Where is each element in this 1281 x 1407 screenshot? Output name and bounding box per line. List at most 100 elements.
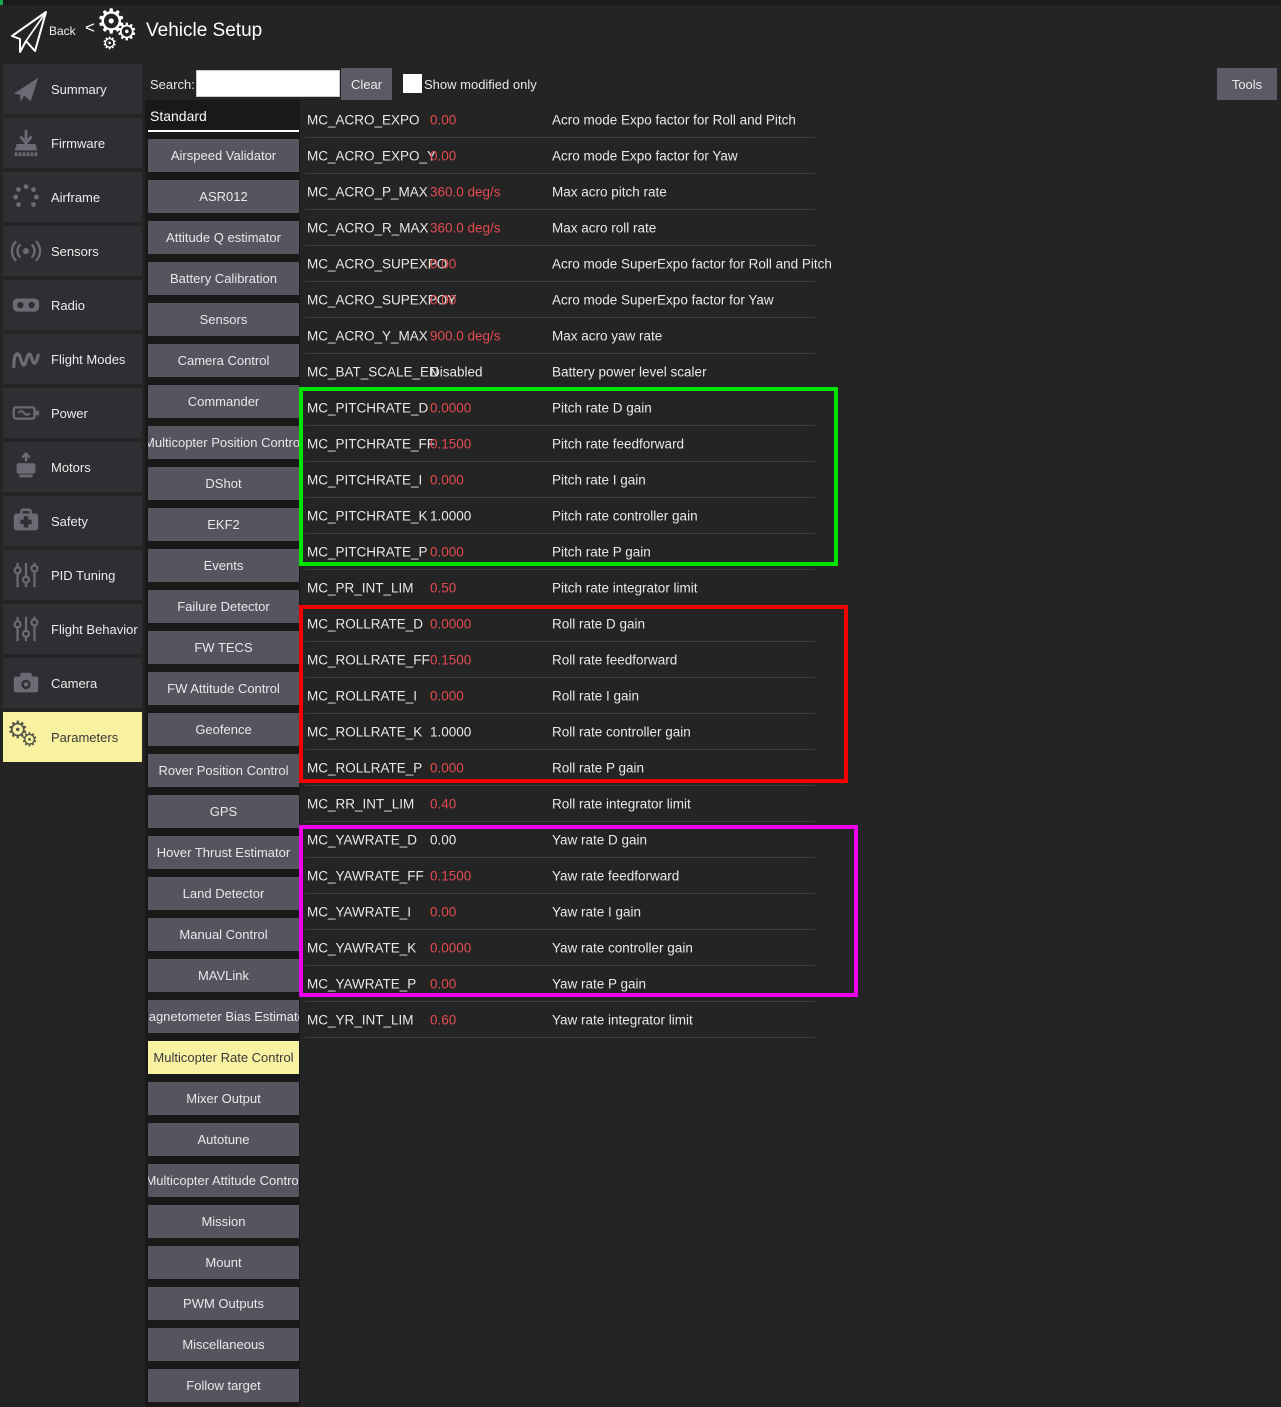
category-button-mission[interactable]: Mission <box>148 1205 299 1238</box>
category-button-autotune[interactable]: Autotune <box>148 1123 299 1156</box>
parameter-description: Yaw rate controller gain <box>552 940 693 955</box>
sidebar-item-flight-modes[interactable]: Flight Modes <box>3 334 142 384</box>
parameter-row-mc_pitchrate_d[interactable]: MC_PITCHRATE_D0.0000Pitch rate D gain <box>305 390 815 426</box>
parameter-description: Max acro pitch rate <box>552 184 667 199</box>
sidebar-item-label: Camera <box>51 676 97 691</box>
parameter-row-mc_yawrate_ff[interactable]: MC_YAWRATE_FF0.1500Yaw rate feedforward <box>305 858 815 894</box>
tools-button[interactable]: Tools <box>1217 68 1277 100</box>
parameter-row-mc_acro_expo_y[interactable]: MC_ACRO_EXPO_Y0.00Acro mode Expo factor … <box>305 138 815 174</box>
category-button-battery-calibration[interactable]: Battery Calibration <box>148 262 299 295</box>
sidebar-item-safety[interactable]: Safety <box>3 496 142 546</box>
parameter-value: 0.000 <box>430 760 464 775</box>
category-button-sensors[interactable]: Sensors <box>148 303 299 336</box>
parameter-row-mc_rollrate_i[interactable]: MC_ROLLRATE_I0.000Roll rate I gain <box>305 678 815 714</box>
category-button-miscellaneous[interactable]: Miscellaneous <box>148 1328 299 1361</box>
parameter-row-mc_rollrate_d[interactable]: MC_ROLLRATE_D0.0000Roll rate D gain <box>305 606 815 642</box>
category-button-geofence[interactable]: Geofence <box>148 713 299 746</box>
parameter-row-mc_yawrate_p[interactable]: MC_YAWRATE_P0.00Yaw rate P gain <box>305 966 815 1002</box>
category-button-fw-attitude-control[interactable]: FW Attitude Control <box>148 672 299 705</box>
sidebar-item-pid-tuning[interactable]: PID Tuning <box>3 550 142 600</box>
parameter-name: MC_PITCHRATE_P <box>307 544 428 559</box>
parameter-row-mc_acro_y_max[interactable]: MC_ACRO_Y_MAX900.0 deg/sMax acro yaw rat… <box>305 318 815 354</box>
category-button-pwm-outputs[interactable]: PWM Outputs <box>148 1287 299 1320</box>
category-list: Airspeed Validator ASR012 Attitude Q estim… <box>148 139 299 1402</box>
category-button-hover-thrust-estimator[interactable]: Hover Thrust Estimator <box>148 836 299 869</box>
parameter-row-mc_rr_int_lim[interactable]: MC_RR_INT_LIM0.40Roll rate integrator li… <box>305 786 815 822</box>
parameter-row-mc_pitchrate_i[interactable]: MC_PITCHRATE_I0.000Pitch rate I gain <box>305 462 815 498</box>
category-button-manual-control[interactable]: Manual Control <box>148 918 299 951</box>
parameter-name: MC_YAWRATE_K <box>307 940 416 955</box>
parameter-table: MC_ACRO_EXPO0.00Acro mode Expo factor fo… <box>305 102 815 1038</box>
parameter-row-mc_rollrate_p[interactable]: MC_ROLLRATE_P0.000Roll rate P gain <box>305 750 815 786</box>
radio-goggles-icon <box>7 286 45 324</box>
safety-case-icon <box>7 502 45 540</box>
category-button-dshot[interactable]: DShot <box>148 467 299 500</box>
parameter-row-mc_pitchrate_k[interactable]: MC_PITCHRATE_K1.0000Pitch rate controlle… <box>305 498 815 534</box>
parameter-value: Disabled <box>430 364 483 379</box>
parameter-name: MC_YAWRATE_I <box>307 904 411 919</box>
clear-button[interactable]: Clear <box>341 68 392 100</box>
category-button-gps[interactable]: GPS <box>148 795 299 828</box>
category-button-fw-tecs[interactable]: FW TECS <box>148 631 299 664</box>
parameter-row-mc_yawrate_i[interactable]: MC_YAWRATE_I0.00Yaw rate I gain <box>305 894 815 930</box>
parameter-value: 0.00 <box>430 256 456 271</box>
sidebar-item-flight-behavior[interactable]: Flight Behavior <box>3 604 142 654</box>
category-button-ekf2[interactable]: EKF2 <box>148 508 299 541</box>
parameter-row-mc_rollrate_k[interactable]: MC_ROLLRATE_K1.0000Roll rate controller … <box>305 714 815 750</box>
parameter-name: MC_PITCHRATE_I <box>307 472 422 487</box>
sidebar-item-sensors[interactable]: Sensors <box>3 226 142 276</box>
back-button[interactable]: Back <box>49 24 76 38</box>
parameter-row-mc_rollrate_ff[interactable]: MC_ROLLRATE_FF0.1500Roll rate feedforwar… <box>305 642 815 678</box>
category-button-rover-position-control[interactable]: Rover Position Control <box>148 754 299 787</box>
category-button-attitude-q-estimator[interactable]: Attitude Q estimator <box>148 221 299 254</box>
parameter-value: 0.00 <box>430 976 456 991</box>
parameter-row-mc_yr_int_lim[interactable]: MC_YR_INT_LIM0.60Yaw rate integrator lim… <box>305 1002 815 1038</box>
sidebar-item-radio[interactable]: Radio <box>3 280 142 330</box>
parameter-row-mc_yawrate_d[interactable]: MC_YAWRATE_D0.00Yaw rate D gain <box>305 822 815 858</box>
category-button-multicopter-position-control[interactable]: Multicopter Position Control <box>148 426 299 459</box>
sidebar-item-label: Safety <box>51 514 88 529</box>
airframe-dots-icon <box>7 178 45 216</box>
parameter-row-mc_pr_int_lim[interactable]: MC_PR_INT_LIM0.50Pitch rate integrator l… <box>305 570 815 606</box>
category-button-follow-target[interactable]: Follow target <box>148 1369 299 1402</box>
sidebar-item-airframe[interactable]: Airframe <box>3 172 142 222</box>
parameter-row-mc_acro_supexpo[interactable]: MC_ACRO_SUPEXPO0.00Acro mode SuperExpo f… <box>305 246 815 282</box>
parameter-row-mc_acro_supexpoy[interactable]: MC_ACRO_SUPEXPOY0.00Acro mode SuperExpo … <box>305 282 815 318</box>
parameter-description: Pitch rate P gain <box>552 544 651 559</box>
sidebar-item-firmware[interactable]: Firmware <box>3 118 142 168</box>
category-button-asr012[interactable]: ASR012 <box>148 180 299 213</box>
sidebar-item-power[interactable]: Power <box>3 388 142 438</box>
parameter-name: MC_YAWRATE_FF <box>307 868 424 883</box>
sidebar-item-parameters[interactable]: ⚙⚙Parameters <box>3 712 142 762</box>
category-button-land-detector[interactable]: Land Detector <box>148 877 299 910</box>
category-button-multicopter-rate-control[interactable]: Multicopter Rate Control <box>148 1041 299 1074</box>
category-button-mixer-output[interactable]: Mixer Output <box>148 1082 299 1115</box>
parameter-row-mc_pitchrate_p[interactable]: MC_PITCHRATE_P0.000Pitch rate P gain <box>305 534 815 570</box>
category-button-commander[interactable]: Commander <box>148 385 299 418</box>
parameter-value: 0.1500 <box>430 868 471 883</box>
sidebar-item-summary[interactable]: Summary <box>3 64 142 114</box>
parameter-description: Roll rate P gain <box>552 760 644 775</box>
sidebar-item-motors[interactable]: Motors <box>3 442 142 492</box>
category-button-multicopter-attitude-control[interactable]: Multicopter Attitude Control <box>148 1164 299 1197</box>
parameter-row-mc_bat_scale_en[interactable]: MC_BAT_SCALE_ENDisabledBattery power lev… <box>305 354 815 390</box>
category-button-events[interactable]: Events <box>148 549 299 582</box>
show-modified-checkbox[interactable] <box>403 74 422 93</box>
parameter-row-mc_yawrate_k[interactable]: MC_YAWRATE_K0.0000Yaw rate controller ga… <box>305 930 815 966</box>
parameter-description: Acro mode SuperExpo factor for Yaw <box>552 292 774 307</box>
category-button-airspeed-validator[interactable]: Airspeed Validator <box>148 139 299 172</box>
search-input[interactable] <box>196 70 340 97</box>
parameter-name: MC_YAWRATE_P <box>307 976 416 991</box>
category-button-mount[interactable]: Mount <box>148 1246 299 1279</box>
category-button-mavlink[interactable]: MAVLink <box>148 959 299 992</box>
category-button-magnetometer-bias-estimator[interactable]: Magnetometer Bias Estimator <box>148 1000 299 1033</box>
category-button-camera-control[interactable]: Camera Control <box>148 344 299 377</box>
parameter-row-mc_pitchrate_ff[interactable]: MC_PITCHRATE_FF0.1500Pitch rate feedforw… <box>305 426 815 462</box>
parameter-row-mc_acro_expo[interactable]: MC_ACRO_EXPO0.00Acro mode Expo factor fo… <box>305 102 815 138</box>
parameter-value: 0.1500 <box>430 652 471 667</box>
parameter-row-mc_acro_p_max[interactable]: MC_ACRO_P_MAX360.0 deg/sMax acro pitch r… <box>305 174 815 210</box>
parameter-name: MC_ROLLRATE_K <box>307 724 422 739</box>
sidebar-item-camera[interactable]: Camera <box>3 658 142 708</box>
category-button-failure-detector[interactable]: Failure Detector <box>148 590 299 623</box>
parameter-row-mc_acro_r_max[interactable]: MC_ACRO_R_MAX360.0 deg/sMax acro roll ra… <box>305 210 815 246</box>
